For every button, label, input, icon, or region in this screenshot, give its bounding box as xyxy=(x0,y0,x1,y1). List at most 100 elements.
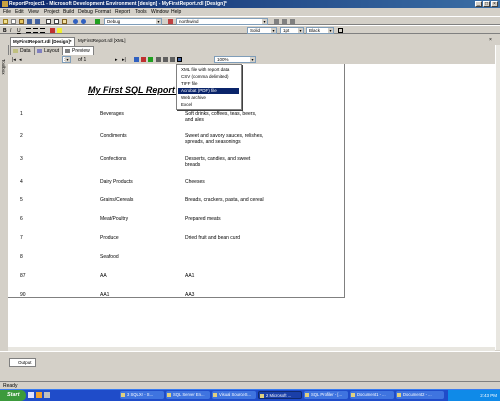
first-page-icon[interactable]: |◂ xyxy=(12,57,17,63)
row-id: 3 xyxy=(20,156,23,162)
redo-icon[interactable] xyxy=(81,19,86,24)
menu-format[interactable]: Format xyxy=(95,9,111,15)
back-icon[interactable] xyxy=(134,57,139,62)
page-number-field[interactable]: 1 xyxy=(62,56,71,63)
menu-window[interactable]: Window xyxy=(151,9,169,15)
row-description: AA3 xyxy=(185,292,195,298)
border-icon[interactable] xyxy=(338,28,343,33)
maximize-button[interactable]: □ xyxy=(483,1,490,7)
underline-icon[interactable]: U xyxy=(17,28,22,34)
border-width-combo[interactable]: 1pt xyxy=(280,27,304,34)
menu-view[interactable]: View xyxy=(28,9,39,15)
last-page-icon[interactable]: ▸| xyxy=(122,57,127,63)
start-debug-icon[interactable] xyxy=(95,19,100,24)
refresh-icon[interactable] xyxy=(148,57,153,62)
row-id: 2 xyxy=(20,133,23,139)
view-tabs: Data Layout Preview xyxy=(8,46,488,55)
undo-icon[interactable] xyxy=(73,19,78,24)
output-tab[interactable]: Output xyxy=(9,358,36,367)
solution-explorer-icon[interactable] xyxy=(274,19,279,24)
tab-design[interactable]: MyFirstReport.rdl [Design]* xyxy=(10,37,75,46)
show-desktop-icon[interactable] xyxy=(28,392,34,398)
new-file-icon[interactable] xyxy=(11,19,16,24)
zoom-combo[interactable]: 100% xyxy=(214,56,256,63)
paste-icon[interactable] xyxy=(62,19,67,24)
format-toolbar: B I U Solid 1pt Black xyxy=(0,25,500,34)
copy-icon[interactable] xyxy=(54,19,59,24)
row-id: 8 xyxy=(20,254,23,260)
export-xml-item[interactable]: XML file with report data xyxy=(178,67,239,73)
find-icon[interactable] xyxy=(168,19,173,24)
export-tiff-item[interactable]: TIFF file xyxy=(178,81,239,87)
find-combo[interactable]: northwind xyxy=(176,18,268,25)
close-doc-icon[interactable]: × xyxy=(489,37,494,43)
minimize-button[interactable]: _ xyxy=(475,1,482,7)
highlight-icon[interactable] xyxy=(57,28,62,33)
tab-layout[interactable]: Layout xyxy=(34,46,64,55)
export-web-archive-item[interactable]: Web archive xyxy=(178,95,239,101)
print-icon[interactable] xyxy=(156,57,161,62)
quicklaunch-icon[interactable] xyxy=(44,392,50,398)
taskbar-button[interactable]: SQL Server En... xyxy=(166,391,210,399)
save-all-icon[interactable] xyxy=(35,19,40,24)
row-name: Condiments xyxy=(100,133,127,139)
save-icon[interactable] xyxy=(27,19,32,24)
open-icon[interactable] xyxy=(19,19,24,24)
new-project-icon[interactable] xyxy=(3,19,8,24)
align-left-icon[interactable] xyxy=(26,28,31,33)
taskbar-button[interactable]: 3 SQLXr - S... xyxy=(120,391,164,399)
row-description: Desserts, candies, and sweet breads xyxy=(185,156,251,168)
export-pdf-item[interactable]: Acrobat (PDF) file xyxy=(178,88,239,94)
export-excel-item[interactable]: Excel xyxy=(178,102,239,108)
menu-project[interactable]: Project xyxy=(44,9,60,15)
row-name: AA xyxy=(100,273,107,279)
export-icon[interactable] xyxy=(177,57,182,62)
tab-xml[interactable]: MyFirstReport.rdl [XML] xyxy=(76,37,128,45)
font-color-icon[interactable] xyxy=(50,28,55,33)
row-id: 1 xyxy=(20,111,23,117)
menu-debug[interactable]: Debug xyxy=(78,9,93,15)
row-description: Sweet and savory sauces, relishes, sprea… xyxy=(185,133,264,145)
tab-data-label: Data xyxy=(20,48,31,54)
menu-help[interactable]: Help xyxy=(171,9,181,15)
menu-edit[interactable]: Edit xyxy=(15,9,24,15)
row-name: AA1 xyxy=(100,292,110,298)
config-value: Debug xyxy=(107,19,121,24)
export-csv-item[interactable]: CSV (comma delimited) xyxy=(178,74,239,80)
properties-icon[interactable] xyxy=(282,19,287,24)
taskbar-button-active[interactable]: 2 Microsoft ... xyxy=(258,391,302,399)
menu-report[interactable]: Report xyxy=(115,9,130,15)
preview-icon xyxy=(65,49,70,53)
data-icon xyxy=(13,49,18,53)
previous-page-icon[interactable]: ◂ xyxy=(19,57,24,63)
tab-data[interactable]: Data xyxy=(10,46,35,55)
cut-icon[interactable] xyxy=(46,19,51,24)
border-color-combo[interactable]: Black xyxy=(306,27,334,34)
quicklaunch-ie-icon[interactable] xyxy=(36,392,42,398)
row-name: Confections xyxy=(100,156,127,162)
start-button[interactable]: Start xyxy=(0,390,26,401)
tab-preview[interactable]: Preview xyxy=(62,46,94,55)
row-description: Dried fruit and bean curd xyxy=(185,235,241,241)
page-count-label: of 1 xyxy=(78,57,87,63)
taskbar-button[interactable]: Visual SourceS... xyxy=(212,391,256,399)
vertical-scrollbar[interactable] xyxy=(495,45,500,350)
taskbar-button[interactable]: SQL Profiler - [... xyxy=(304,391,348,399)
menu-build[interactable]: Build xyxy=(63,9,74,15)
config-combo[interactable]: Debug xyxy=(104,18,162,25)
next-page-icon[interactable]: ▸ xyxy=(115,57,120,63)
bold-icon[interactable]: B xyxy=(3,28,8,34)
menu-file[interactable]: File xyxy=(3,9,11,15)
align-right-icon[interactable] xyxy=(40,28,45,33)
stop-icon[interactable] xyxy=(141,57,146,62)
border-style-combo[interactable]: Solid xyxy=(247,27,277,34)
page-setup-icon[interactable] xyxy=(170,57,175,62)
print-layout-icon[interactable] xyxy=(163,57,168,62)
taskbar-button[interactable]: Document2 - ... xyxy=(396,391,444,399)
align-center-icon[interactable] xyxy=(33,28,38,33)
menu-tools[interactable]: Tools xyxy=(135,9,147,15)
toolbox-icon[interactable] xyxy=(290,19,295,24)
italic-icon[interactable]: I xyxy=(10,28,15,34)
taskbar-button[interactable]: Document1 - ... xyxy=(350,391,394,399)
close-button[interactable]: × xyxy=(491,1,498,7)
